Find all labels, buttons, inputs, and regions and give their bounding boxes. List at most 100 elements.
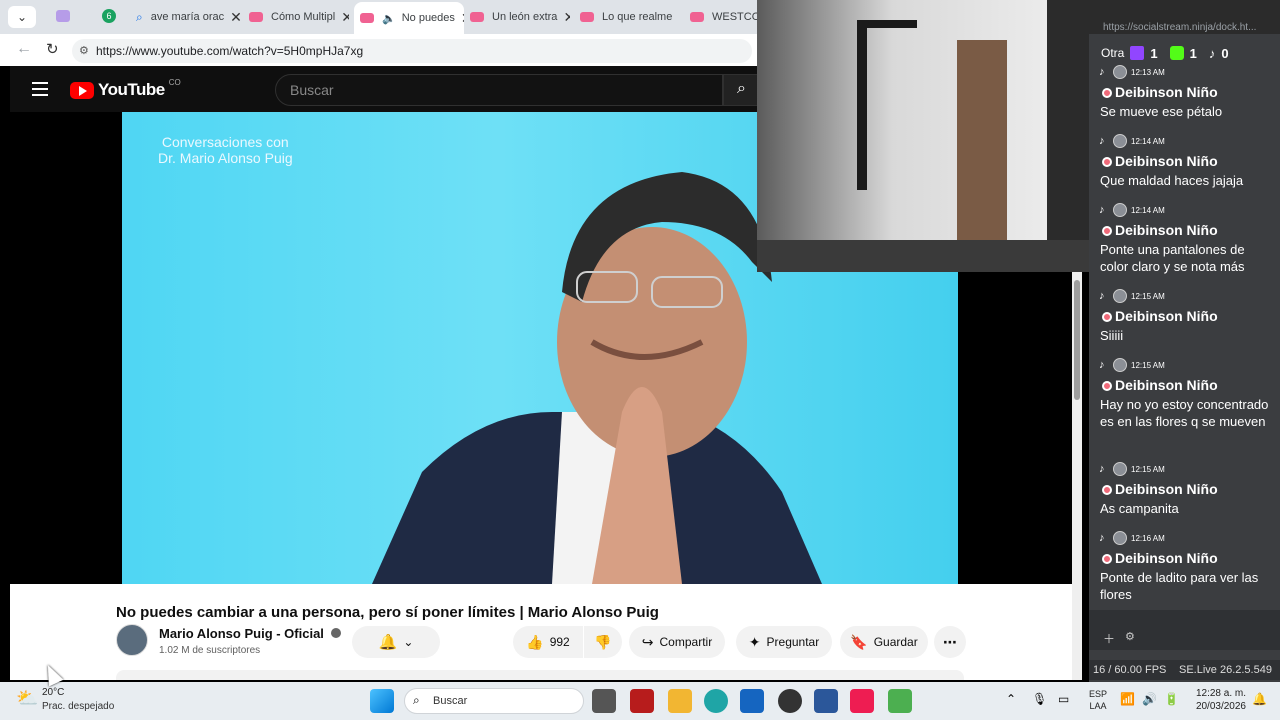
battery-icon[interactable]: 🔋 <box>1164 692 1179 706</box>
channel-name[interactable]: Mario Alonso Puig - Oficial <box>159 626 341 641</box>
share-button[interactable]: ↪ Compartir <box>629 626 725 658</box>
tiktok-icon: ♪ <box>1099 290 1105 302</box>
search-input[interactable]: Buscar <box>275 74 723 106</box>
dislike-button[interactable]: 👎 <box>584 626 622 658</box>
microphone-icon[interactable]: 🎙 <box>1032 692 1047 706</box>
close-tab-icon[interactable]: ✕ <box>230 9 242 26</box>
youtube-play-icon <box>70 81 94 99</box>
site-info-icon[interactable]: ⚙ <box>79 39 89 63</box>
start-button[interactable] <box>370 689 394 713</box>
close-tab-icon[interactable]: ✕ <box>461 10 464 27</box>
scrollbar-thumb[interactable] <box>1074 280 1080 400</box>
chat-message: ♪ 12:15 AM Deibinson Niño Hay no yo estoy… <box>1089 356 1280 430</box>
youtube-logo[interactable]: YouTube CO <box>70 78 181 100</box>
chat-user: Deibinson Niño <box>1115 153 1218 169</box>
chat-time: 12:15 AM <box>1131 464 1165 474</box>
channel-avatar[interactable] <box>116 624 148 656</box>
youtube-favicon-icon <box>690 12 704 22</box>
chat-user: Deibinson Niño <box>1115 550 1218 566</box>
menu-icon[interactable] <box>32 82 48 96</box>
tab-list-dropdown[interactable]: ⌄ <box>8 6 36 28</box>
bookmark-icon: 🔖 <box>850 633 868 650</box>
chevron-up-icon[interactable]: ⌃ <box>1006 692 1016 706</box>
tab-group-icon[interactable] <box>56 10 70 22</box>
chat-time: 12:16 AM <box>1131 533 1165 543</box>
close-tab-icon[interactable]: ✕ <box>341 9 349 26</box>
badge-icon <box>1102 381 1112 392</box>
bell-icon: 🔔 <box>378 634 398 651</box>
twitch-icon <box>1130 46 1145 60</box>
file-explorer-icon[interactable] <box>668 689 692 713</box>
youtube-favicon-icon <box>249 12 263 22</box>
browser-tab-active[interactable]: 🔈 No puedes ✕ <box>354 2 464 34</box>
volume-icon[interactable]: 🔊 <box>1142 692 1157 706</box>
obs-icon[interactable] <box>778 689 802 713</box>
taskbar-search[interactable]: ⌕ Buscar <box>404 688 584 714</box>
chat-text: Que maldad haces jajaja <box>1100 173 1244 188</box>
browser-tab[interactable]: Un león extra ✕ <box>470 4 570 30</box>
tab-label: WESTCOL <box>712 11 757 23</box>
weather-desc[interactable]: Prac. despejado <box>42 701 114 712</box>
close-tab-icon[interactable]: ✕ <box>678 9 680 26</box>
avatar <box>1113 203 1127 217</box>
ask-label: Preguntar <box>766 635 820 649</box>
obs-status-bar: 16 / 60.00 FPS SE.Live 26.2.5.549 <box>1089 660 1280 680</box>
clock[interactable]: 12:28 a. m. 20/03/2026 <box>1190 687 1246 713</box>
badge-icon <box>1102 226 1112 237</box>
browser-tab[interactable]: Lo que realme ✕ <box>580 4 680 30</box>
more-actions-button[interactable]: ⋯ <box>934 626 966 658</box>
wifi-icon[interactable]: 📶 <box>1120 692 1135 706</box>
browser-tab[interactable]: Cómo Multipl ✕ <box>249 4 349 30</box>
browser-tab[interactable]: WESTCOL <box>690 4 757 30</box>
chat-panel: Otra 1 1 ♪ 0 ♪ 12:13 AM Deibinson Niño Se… <box>1089 34 1280 688</box>
description-box[interactable] <box>116 670 964 680</box>
chat-user: Deibinson Niño <box>1115 481 1218 497</box>
back-arrow-icon[interactable]: ← <box>16 40 32 58</box>
keyboard-layout: LAA <box>1089 701 1107 711</box>
tab-label: Lo que realme <box>602 11 673 23</box>
verified-icon <box>330 628 341 638</box>
save-button[interactable]: 🔖 Guardar <box>840 626 928 658</box>
weather-temp[interactable]: 20°C <box>42 687 64 698</box>
edge-icon[interactable] <box>704 689 728 713</box>
store-icon[interactable] <box>740 689 764 713</box>
chat-add-icon[interactable]: ＋ <box>1103 630 1115 647</box>
like-button[interactable]: 👍 992 <box>513 626 583 658</box>
close-tab-icon[interactable]: ✕ <box>563 9 570 26</box>
reload-icon[interactable]: ↻ <box>46 40 59 58</box>
chat-toolbar: ＋ ⚙ <box>1089 610 1280 650</box>
browser-tab[interactable]: ⌕ ave maría orac ✕ <box>136 4 242 30</box>
clock-date: 20/03/2026 <box>1195 701 1246 712</box>
notification-bell-button[interactable]: 🔔 ⌄ <box>352 626 440 658</box>
weather-icon[interactable]: ⛅ <box>16 688 38 709</box>
display-icon[interactable]: ▭ <box>1058 692 1069 706</box>
tab-label: Cómo Multipl <box>271 11 336 23</box>
chat-settings-icon[interactable]: ⚙ <box>1125 630 1135 643</box>
channel-name-text: Mario Alonso Puig - Oficial <box>159 626 324 641</box>
share-label: Compartir <box>659 635 713 649</box>
tiktok-app-icon[interactable] <box>850 689 874 713</box>
video-title: No puedes cambiar a una persona, pero sí… <box>116 604 659 621</box>
language-indicator[interactable]: ESP LAA <box>1089 688 1107 712</box>
chat-message: ♪ 12:15 AM Deibinson Niño As campanita <box>1089 460 1280 517</box>
notification-icon[interactable]: 🔔 <box>1252 692 1267 706</box>
word-icon[interactable] <box>814 689 838 713</box>
chat-text: Siiiii <box>1100 328 1124 343</box>
search-icon: ⌕ <box>136 9 143 24</box>
taskbar-search-placeholder: Buscar <box>433 695 468 707</box>
speaker-icon[interactable]: 🔈 <box>382 12 396 25</box>
app-icon-green[interactable] <box>888 689 912 713</box>
app-icon-red[interactable] <box>630 689 654 713</box>
search-icon: ⌕ <box>737 80 746 97</box>
chat-text: Ponte de ladito para ver las flores <box>1100 570 1259 602</box>
avatar <box>1113 289 1127 303</box>
url-field[interactable]: ⚙ https://www.youtube.com/watch?v=5H0mpH… <box>72 39 752 63</box>
tab-group-badge[interactable]: 6 <box>102 9 116 23</box>
badge-icon <box>1102 554 1112 565</box>
sparkle-icon: ✦ <box>748 633 761 650</box>
page-scrollbar[interactable] <box>1072 270 1082 680</box>
ask-button[interactable]: ✦ Preguntar <box>736 626 832 658</box>
task-view-icon[interactable] <box>592 689 616 713</box>
camera-wall <box>757 0 1097 272</box>
tiktok-icon: ♪ <box>1099 135 1105 147</box>
